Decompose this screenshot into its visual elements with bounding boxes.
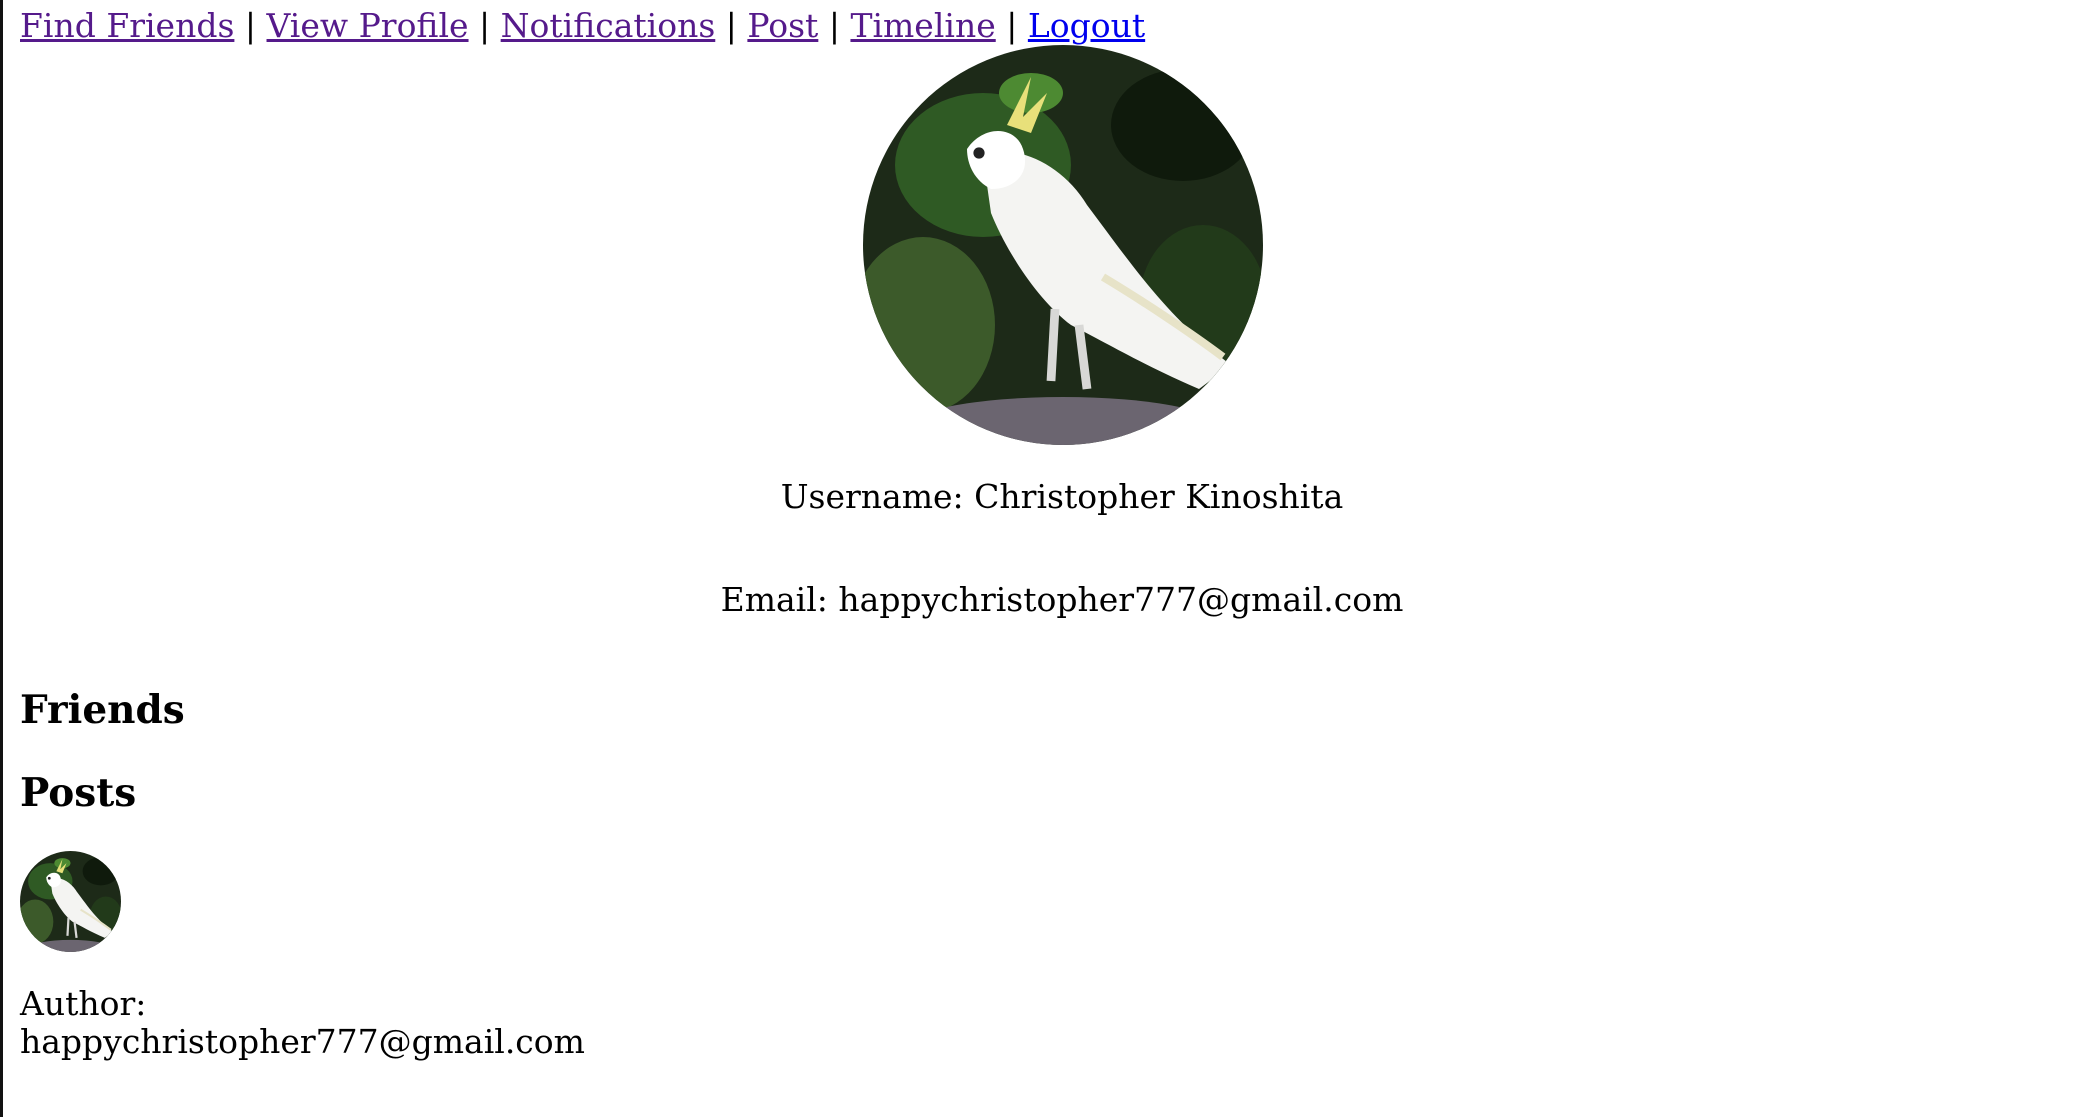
email-label: Email: [720,580,828,619]
username-label: Username: [780,477,964,516]
post-author-avatar [20,851,121,952]
username-value: Christopher Kinoshita [974,477,1344,516]
post-author-label: Author: [20,984,147,1023]
top-nav: Find Friends | View Profile | Notificati… [20,5,1145,47]
nav-link-timeline[interactable]: Timeline [850,6,995,45]
post-author: Author: happychristopher777@gmail.com [20,985,585,1061]
page-left-border [0,0,3,1117]
profile-avatar [863,45,1263,445]
nav-link-view-profile[interactable]: View Profile [267,6,469,45]
nav-link-logout[interactable]: Logout [1028,6,1145,45]
nav-separator: | [1006,6,1018,45]
cockatoo-photo-icon [863,45,1263,445]
friends-heading: Friends [20,687,185,733]
email-line: Email: happychristopher777@gmail.com [20,580,2100,620]
nav-separator: | [725,6,737,45]
email-value: happychristopher777@gmail.com [838,580,1404,619]
nav-separator: | [244,6,257,45]
nav-link-notifications[interactable]: Notifications [501,6,716,45]
posts-heading: Posts [20,770,137,816]
cockatoo-photo-icon [20,851,121,952]
nav-link-find-friends[interactable]: Find Friends [20,6,234,45]
nav-separator: | [828,6,840,45]
username-line: Username: Christopher Kinoshita [20,477,2100,517]
nav-link-post[interactable]: Post [747,6,818,45]
post-author-email: happychristopher777@gmail.com [20,1022,585,1061]
nav-separator: | [479,6,491,45]
